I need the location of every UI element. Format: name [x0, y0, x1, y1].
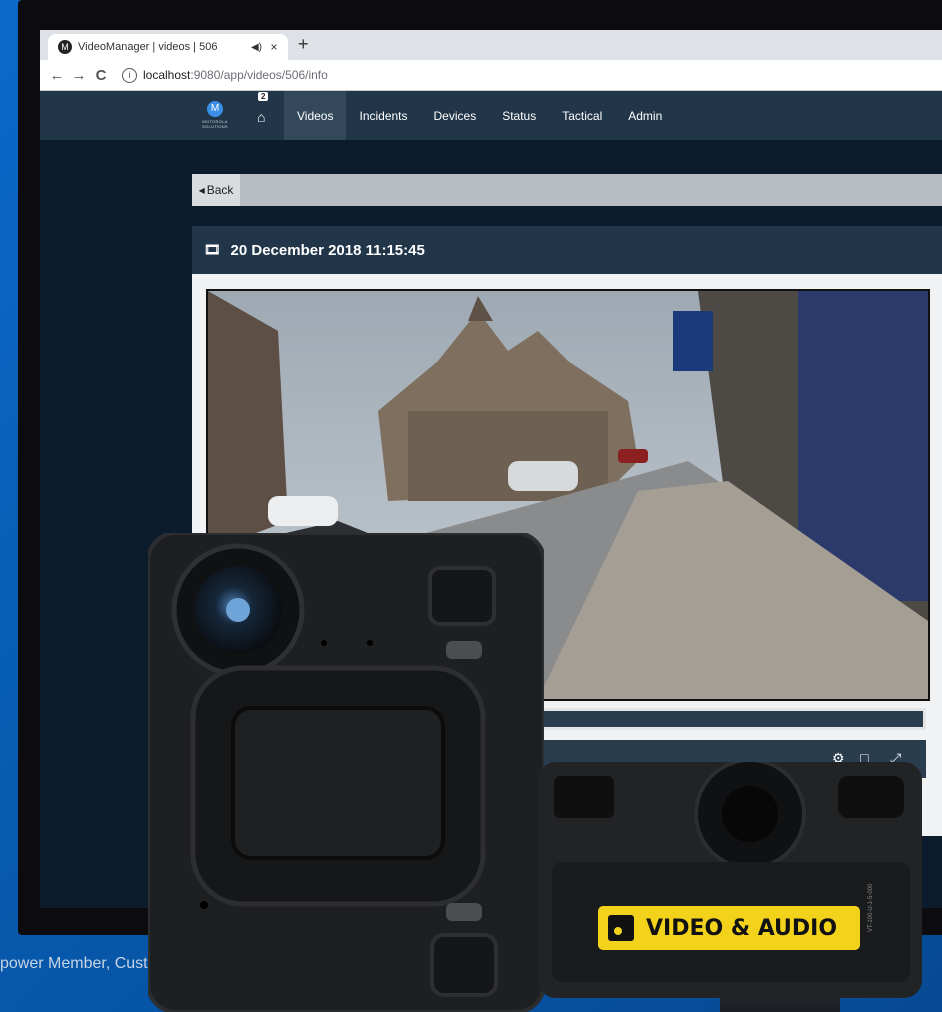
home-icon: ⌂ [257, 109, 266, 125]
motorola-logo-icon: M [207, 101, 223, 117]
nav-status[interactable]: Status [489, 91, 549, 141]
url-host: localhost [143, 68, 191, 82]
serial-text: VT-100-U-1-5-000 [868, 883, 874, 932]
url-field[interactable]: i localhost:9080/app/videos/506/info [122, 67, 328, 83]
logo-text: MOTOROLA SOLUTIONS [202, 119, 228, 129]
video-title: 20 December 2018 11:15:45 [230, 241, 425, 259]
main-nav: Videos Incidents Devices Status Tactical… [284, 91, 675, 141]
nav-devices[interactable]: Devices [421, 91, 490, 141]
url-path: :9080/app/videos/506/info [190, 68, 328, 82]
camera-icon [608, 915, 634, 941]
app-navbar: M MOTOROLA SOLUTIONS 2 ⌂ Videos Incident… [40, 91, 942, 141]
notification-badge: 2 [258, 92, 269, 101]
caret-left-icon: ◀ [198, 185, 205, 195]
video-audio-text: VIDEO & AUDIO [646, 915, 838, 941]
motorola-logo[interactable]: M MOTOROLA SOLUTIONS [198, 101, 232, 131]
back-label: Back [206, 183, 234, 197]
back-bar: ◀ Back [192, 174, 942, 206]
nav-tactical[interactable]: Tactical [549, 91, 615, 141]
video-audio-label: VIDEO & AUDIO [598, 906, 860, 950]
nav-admin[interactable]: Admin [615, 91, 675, 141]
body-camera-square [148, 533, 544, 1012]
nav-videos[interactable]: Videos [284, 91, 347, 141]
video-panel-header: 🎞 20 December 2018 11:15:45 [192, 226, 942, 274]
address-bar: ← → C i localhost:9080/app/videos/506/in… [40, 60, 942, 91]
home-button[interactable]: 2 ⌂ [252, 91, 276, 141]
reload-button[interactable]: C [90, 67, 112, 84]
forward-arrow-button[interactable]: → [68, 67, 90, 84]
new-tab-button[interactable]: + [298, 34, 309, 55]
tab-title: VideoManager | videos | 506 [78, 41, 218, 53]
film-icon: 🎞 [204, 242, 221, 257]
tab-bar: M VideoManager | videos | 506 ◀) × + [40, 30, 942, 60]
info-icon[interactable]: i [122, 67, 137, 83]
browser-tab[interactable]: M VideoManager | videos | 506 ◀) × [48, 34, 288, 60]
close-tab-button[interactable]: × [266, 40, 282, 54]
motorola-icon: M [58, 40, 72, 54]
back-arrow-button[interactable]: ← [46, 67, 68, 84]
body-camera-wide [538, 762, 922, 998]
speaker-icon[interactable]: ◀) [251, 42, 262, 53]
nav-incidents[interactable]: Incidents [346, 91, 420, 141]
back-button[interactable]: ◀ Back [192, 174, 240, 206]
